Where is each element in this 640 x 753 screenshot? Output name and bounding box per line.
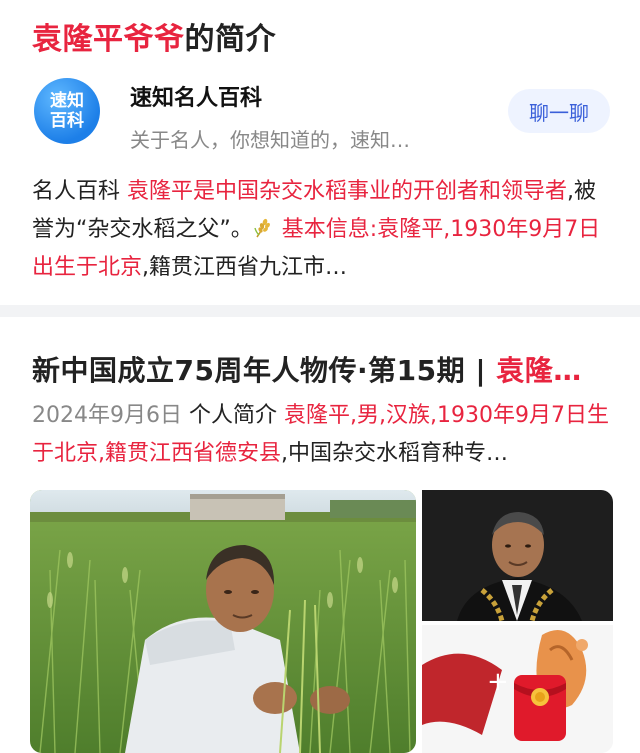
- svg-text:+: +: [487, 667, 509, 697]
- chat-button[interactable]: 聊一聊: [508, 89, 610, 133]
- summary-tail: ,籍贯江西省九江市…: [142, 255, 348, 280]
- summary-highlight-1: 袁隆平是中国杂交水稻事业的开创者和领导者: [127, 179, 568, 204]
- summary-prefix: 名人百科: [32, 179, 127, 204]
- source-name[interactable]: 速知名人百科: [130, 80, 262, 112]
- baike-card[interactable]: 袁隆平爷爷的简介 速知 百科 速知名人百科 关于名人，你想知道的，速知… 聊一聊…: [0, 0, 640, 305]
- title-rest: 的简介: [184, 22, 276, 57]
- promo-illustration: +: [422, 625, 613, 753]
- title-highlight: 袁隆平爷爷: [32, 22, 185, 57]
- portrait-photo[interactable]: [422, 490, 613, 621]
- article-title-highlight: 袁隆…: [496, 354, 582, 387]
- article-snippet[interactable]: 2024年9月6日 个人简介 袁隆平,男,汉族,1930年9月7日生于北京,籍贯…: [32, 397, 612, 473]
- rice-field-photo[interactable]: [30, 490, 416, 753]
- snippet-tail: ,中国杂交水稻育种专…: [281, 441, 508, 466]
- logo-text: 速知 百科: [50, 91, 84, 131]
- article-title-text: 新中国成立75周年人物传·第15期 |: [32, 354, 497, 387]
- card-title[interactable]: 袁隆平爷爷的简介: [32, 14, 276, 58]
- snippet-label: 个人简介: [181, 403, 284, 428]
- article-title[interactable]: 新中国成立75周年人物传·第15期 | 袁隆…: [32, 349, 622, 389]
- rice-ear-icon: [254, 218, 270, 238]
- article-card[interactable]: 新中国成立75周年人物传·第15期 | 袁隆… 2024年9月6日 个人简介 袁…: [0, 317, 640, 753]
- article-date: 2024年9月6日: [32, 403, 182, 428]
- portrait-illustration: [422, 490, 613, 621]
- rice-field-illustration: [30, 490, 416, 753]
- source-description: 关于名人，你想知道的，速知…: [130, 128, 410, 152]
- red-envelope-promo[interactable]: +: [422, 625, 613, 753]
- summary-text[interactable]: 名人百科 袁隆平是中国杂交水稻事业的开创者和领导者,被誉为“杂交水稻之父”。 基…: [32, 173, 612, 287]
- source-logo[interactable]: 速知 百科: [34, 78, 100, 144]
- card-divider: [0, 305, 640, 317]
